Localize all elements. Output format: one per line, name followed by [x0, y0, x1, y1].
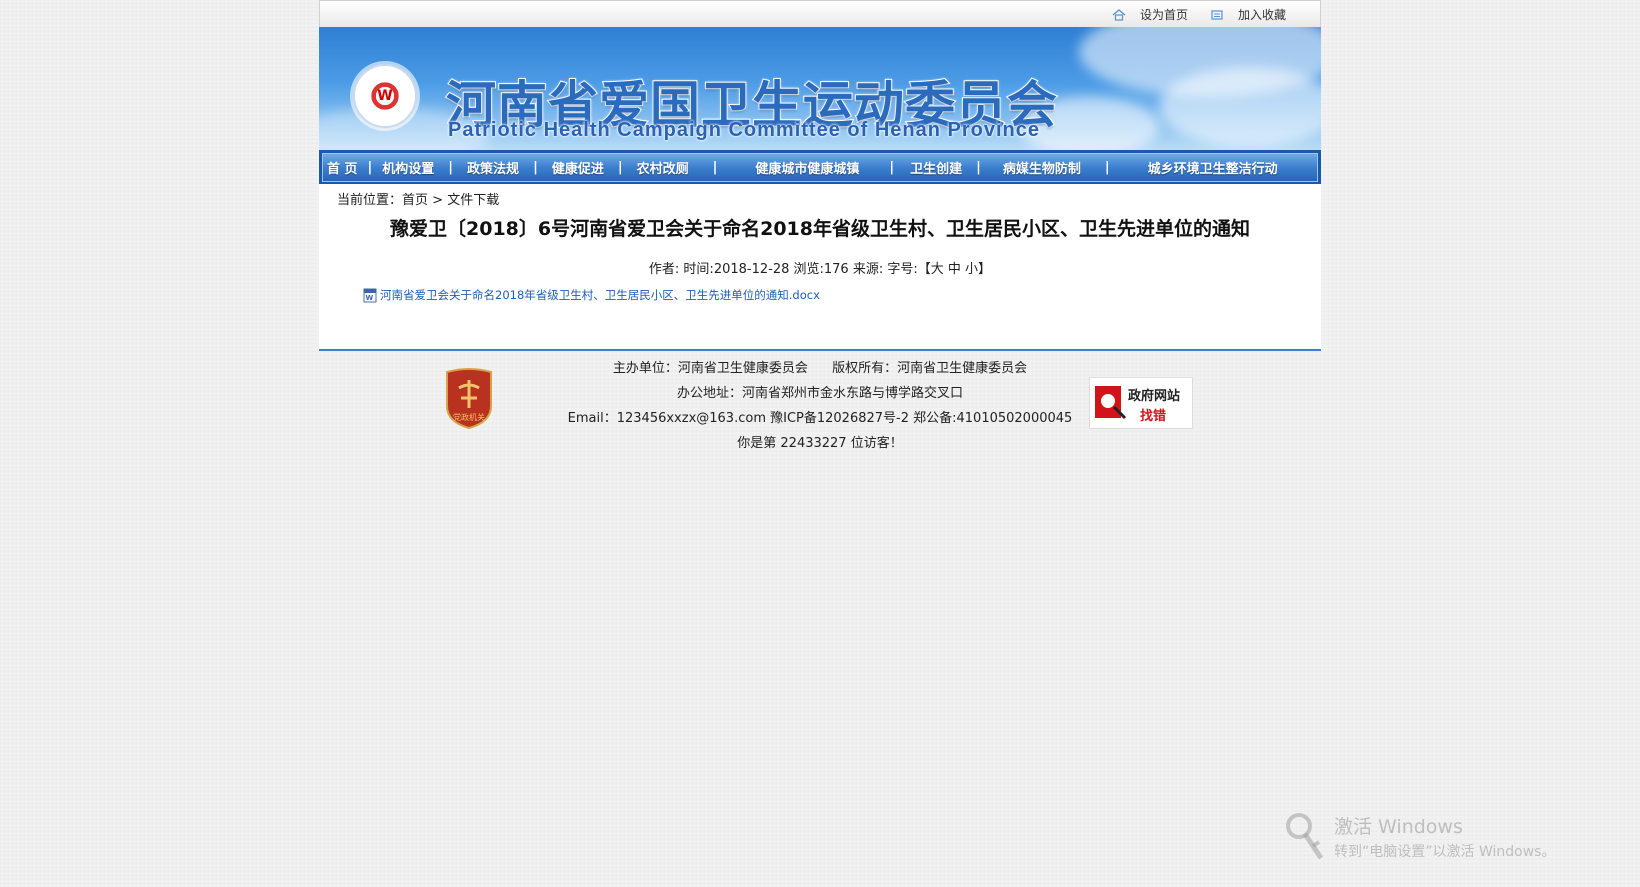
- watermark-subtitle: 转到“电脑设置”以激活 Windows。: [1334, 844, 1556, 860]
- nav-separator: |: [712, 160, 718, 175]
- party-badge-text: 党政机关: [453, 412, 485, 422]
- top-links: 设为首页 加入收藏: [1090, 6, 1286, 23]
- house-icon: [1112, 8, 1126, 21]
- article-title: 豫爱卫〔2018〕6号河南省爱卫会关于命名2018年省级卫生村、卫生居民小区、卫…: [390, 218, 1250, 240]
- gov-site-error-report[interactable]: 政府网站 找错: [1089, 377, 1193, 429]
- meta-info: 作者: 时间:2018-12-28 浏览:176 来源: 字号:【: [648, 262, 931, 277]
- nav-separator: |: [976, 160, 981, 175]
- committee-logo: W: [353, 64, 417, 128]
- nav-item-rural-toilet[interactable]: 农村改厕: [637, 158, 689, 177]
- bookmark-icon: [1211, 9, 1223, 20]
- attachment-filename: 河南省爱卫会关于命名2018年省级卫生村、卫生居民小区、卫生先进单位的通知.do…: [380, 288, 820, 302]
- page-footer: 主办单位：河南省卫生健康委员会 版权所有：河南省卫生健康委员会 办公地址：河南省…: [319, 351, 1321, 461]
- add-favorite-link[interactable]: 加入收藏: [1210, 6, 1286, 23]
- word-document-icon: W: [363, 288, 377, 302]
- footer-copyright: 版权所有：河南省卫生健康委员会: [832, 361, 1028, 376]
- font-size-large-button[interactable]: 大: [931, 262, 944, 277]
- breadcrumb: 当前位置：首页 > 文件下载: [337, 189, 499, 208]
- font-size-small-button[interactable]: 小: [965, 262, 978, 277]
- nav-item-vector-control[interactable]: 病媒生物防制: [1003, 158, 1081, 177]
- error-report-title: 政府网站: [1128, 389, 1181, 404]
- footer-host: 主办单位：河南省卫生健康委员会: [612, 361, 808, 376]
- logo-letter: W: [369, 80, 401, 112]
- key-icon: [1286, 813, 1324, 860]
- set-home-label: 设为首页: [1139, 8, 1188, 22]
- nav-item-sanitation[interactable]: 卫生创建: [910, 158, 962, 177]
- article-content: 当前位置：首页 > 文件下载 豫爱卫〔2018〕6号河南省爱卫会关于命名2018…: [319, 184, 1321, 351]
- watermark-title: 激活 Windows: [1334, 816, 1463, 838]
- breadcrumb-home-link[interactable]: 首页: [402, 193, 428, 208]
- party-government-badge[interactable]: 党政机关: [443, 368, 495, 430]
- breadcrumb-separator: >: [432, 193, 444, 208]
- nav-separator: |: [448, 160, 454, 175]
- error-report-sub: 找错: [1140, 409, 1167, 424]
- add-favorite-label: 加入收藏: [1237, 8, 1286, 22]
- font-size-medium-button[interactable]: 中: [948, 262, 961, 277]
- nav-separator: |: [889, 160, 895, 175]
- set-home-link[interactable]: 设为首页: [1112, 6, 1188, 23]
- nav-item-healthy-city[interactable]: 健康城市健康城镇: [755, 158, 859, 177]
- nav-item-organization[interactable]: 机构设置: [382, 158, 434, 177]
- breadcrumb-prefix: 当前位置：: [337, 193, 403, 208]
- meta-suffix: 】: [978, 262, 992, 277]
- breadcrumb-current-link[interactable]: 文件下载: [447, 193, 499, 208]
- nav-item-policy[interactable]: 政策法规: [467, 158, 519, 177]
- magnifier-icon: [1095, 386, 1127, 420]
- header-banner: W 河南省爱国卫生运动委员会 Patriotic Health Campaign…: [319, 27, 1321, 150]
- windows-activation-watermark: 激活 Windows 转到“电脑设置”以激活 Windows。: [1334, 812, 1555, 861]
- nav-separator: |: [533, 160, 538, 175]
- page-container: 设为首页 加入收藏 W 河南省爱国卫生运动委员会 Patriotic Healt…: [319, 0, 1321, 461]
- top-bar: 设为首页 加入收藏: [319, 0, 1321, 27]
- main-nav: 首 页 | 机构设置 | 政策法规 | 健康促进 | 农村改厕 | 健康城市健康…: [319, 150, 1321, 184]
- nav-item-health-promotion[interactable]: 健康促进: [552, 158, 604, 177]
- site-title-en: Patriotic Health Campaign Committee of H…: [448, 119, 1040, 141]
- nav-separator: |: [617, 160, 623, 175]
- nav-separator: |: [367, 160, 373, 175]
- svg-text:W: W: [366, 294, 374, 302]
- attachment-link[interactable]: W 河南省爱卫会关于命名2018年省级卫生村、卫生居民小区、卫生先进单位的通知.…: [363, 287, 820, 303]
- nav-separator: |: [1104, 160, 1110, 175]
- footer-visitor-count: 你是第 22433227 位访客！: [737, 436, 903, 451]
- nav-item-environment[interactable]: 城乡环境卫生整洁行动: [1148, 158, 1278, 177]
- nav-item-home[interactable]: 首 页: [327, 158, 358, 177]
- article-meta: 作者: 时间:2018-12-28 浏览:176 来源: 字号:【大 中 小】: [319, 258, 1321, 277]
